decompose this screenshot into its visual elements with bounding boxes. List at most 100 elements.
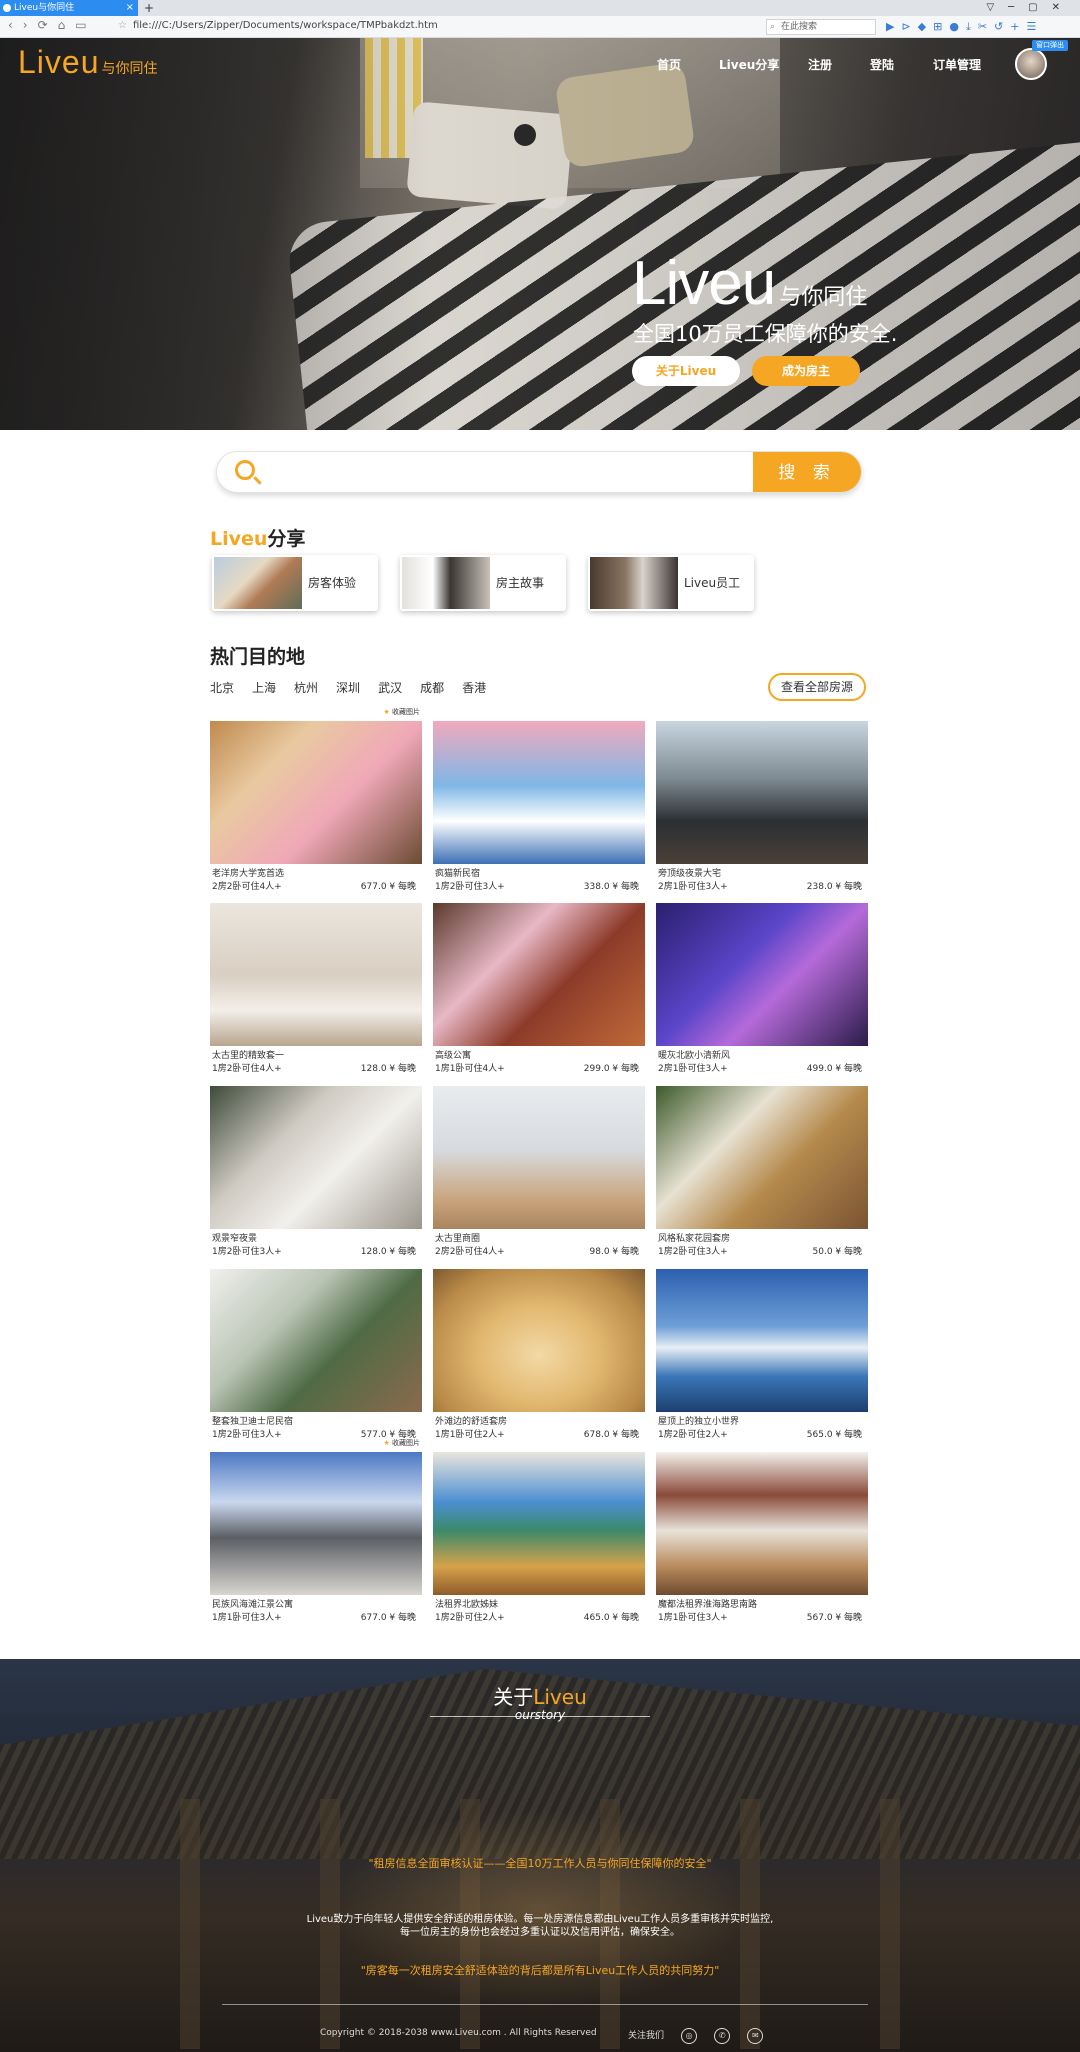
footer-divider <box>222 2004 868 2005</box>
listing-name: 外滩边的舒适套房 <box>435 1417 508 1427</box>
browser-search-input[interactable]: ⌕ 在此搜索 <box>766 19 876 35</box>
listing-meta: 2房2卧可住4人+ <box>435 1247 505 1257</box>
listing-card[interactable]: 整套独卫迪士尼民宿 1房2卧可住3人+ 577.0 ¥ 每晚 <box>210 1269 422 1440</box>
view-all-button[interactable]: 查看全部房源 <box>768 673 866 701</box>
share-staff-photo <box>590 557 678 609</box>
listing-photo[interactable] <box>210 1086 422 1229</box>
listing-card[interactable]: 高级公寓 1房1卧可住4人+ 299.0 ¥ 每晚 <box>433 903 645 1074</box>
listing-price: 299.0 ¥ 每晚 <box>583 1064 639 1074</box>
listing-name: 疯猫新民宿 <box>435 869 481 879</box>
city-tab[interactable]: 北京 <box>210 681 234 695</box>
listing-card[interactable]: 法租界北欧姊妹 1房2卧可住2人+ 465.0 ¥ 每晚 <box>433 1452 645 1623</box>
listing-card[interactable]: 旁顶级夜景大宅 2房1卧可住3人+ 238.0 ¥ 每晚 <box>656 721 868 892</box>
city-tab[interactable]: 上海 <box>252 681 276 695</box>
toolbar-icons[interactable]: ▶⊳◆⊞●⤓✂↺+☰ <box>886 20 1043 34</box>
about-title-pre: 关于 <box>493 1685 534 1709</box>
listing-meta: 1房1卧可住3人+ <box>658 1613 728 1623</box>
nav-share[interactable]: Liveu分享 <box>719 56 779 73</box>
city-filter: 北京 上海 杭州 深圳 武汉 成都 香港 <box>210 679 504 696</box>
nav-register[interactable]: 注册 <box>808 56 832 73</box>
listing-photo[interactable] <box>656 721 868 864</box>
nav-login[interactable]: 登陆 <box>870 56 894 73</box>
listing-name: 观景窄夜景 <box>212 1234 258 1244</box>
url-field[interactable]: ☆ file:///C:/Users/Zipper/Documents/works… <box>118 20 438 31</box>
listing-card[interactable]: 暖灰北欧小清新风 2房1卧可住3人+ 499.0 ¥ 每晚 <box>656 903 868 1074</box>
popup-badge[interactable]: 窗口弹出 <box>1032 40 1068 51</box>
city-tab[interactable]: 杭州 <box>294 681 318 695</box>
listing-photo[interactable] <box>210 1452 422 1595</box>
listing-photo[interactable] <box>433 721 645 864</box>
share-title-brand: Liveu <box>210 528 268 550</box>
mail-icon[interactable]: ✉ <box>747 2028 764 2044</box>
new-tab-icon[interactable]: + <box>144 0 154 16</box>
browser-tabbar: Liveu与你同住 × + ▽─▢✕ <box>0 0 1080 16</box>
listing-meta: 1房2卧可住4人+ <box>212 1064 282 1074</box>
listing-photo[interactable] <box>656 1452 868 1595</box>
search-input[interactable] <box>273 460 743 484</box>
listing-price: 565.0 ¥ 每晚 <box>806 1430 862 1440</box>
listing-card[interactable]: 太古里商圈 2房2卧可住4人+ 98.0 ¥ 每晚 <box>433 1086 645 1257</box>
listing-photo[interactable] <box>656 1086 868 1229</box>
listing-photo[interactable] <box>433 1452 645 1595</box>
browser-tab[interactable]: Liveu与你同住 × <box>0 0 138 16</box>
listing-card[interactable]: 风格私家花园套房 1房2卧可住3人+ 50.0 ¥ 每晚 <box>656 1086 868 1257</box>
listing-price: 50.0 ¥ 每晚 <box>812 1247 863 1257</box>
listing-meta: 1房1卧可住3人+ <box>212 1613 282 1623</box>
share-card-label: 房客体验 <box>308 576 357 590</box>
listing-photo[interactable] <box>210 721 422 864</box>
listing-card[interactable]: ★ 收藏图片 老洋房大学宽首选 2房2卧可住4人+ 677.0 ¥ 每晚 <box>210 708 422 892</box>
city-tab[interactable]: 武汉 <box>378 681 402 695</box>
nav-buttons-icon[interactable]: ‹›⟳⌂▭ <box>8 18 97 32</box>
listing-photo[interactable] <box>656 903 868 1046</box>
logo-text: Liveu <box>18 44 100 80</box>
listing-photo[interactable] <box>210 1269 422 1412</box>
listing-card[interactable]: 太古里的精致套一 1房2卧可住4人+ 128.0 ¥ 每晚 <box>210 903 422 1074</box>
share-card-staff[interactable]: Liveu员工 <box>588 555 754 611</box>
tab-title: Liveu与你同住 <box>14 3 75 13</box>
favorite-label[interactable]: ★ 收藏图片 <box>383 1438 420 1448</box>
about-section: 关于Liveu ourstory "租房信息全面审核认证——全国10万工作人员与… <box>0 1659 1080 2052</box>
listing-photo[interactable] <box>433 1269 645 1412</box>
listing-card[interactable]: 观景窄夜景 1房2卧可住3人+ 128.0 ¥ 每晚 <box>210 1086 422 1257</box>
nav-orders[interactable]: 订单管理 <box>933 56 981 73</box>
follow-label: 关注我们 <box>628 2031 665 2041</box>
listing-photo[interactable] <box>433 903 645 1046</box>
search-button[interactable]: 搜 索 <box>753 452 861 492</box>
listing-card[interactable]: 魔都法租界淮海路思南路 1房1卧可住3人+ 567.0 ¥ 每晚 <box>656 1452 868 1623</box>
site-logo[interactable]: Liveu 与你同住 <box>18 44 158 81</box>
listing-photo[interactable] <box>210 903 422 1046</box>
weibo-icon[interactable]: ◎ <box>681 2028 698 2044</box>
hero-subtitle: 全国10万员工保障你的安全. <box>633 322 898 346</box>
hero-title-tagline: 与你同住 <box>779 284 868 309</box>
listing-card[interactable]: 屋顶上的独立小世界 1房2卧可住2人+ 565.0 ¥ 每晚 <box>656 1269 868 1440</box>
city-tab[interactable]: 成都 <box>420 681 444 695</box>
share-card-label: 房主故事 <box>496 576 545 590</box>
bookmark-star-icon[interactable]: ☆ <box>118 20 127 31</box>
listing-photo[interactable] <box>656 1269 868 1412</box>
nav-home[interactable]: 首页 <box>657 56 681 73</box>
avatar[interactable] <box>1015 48 1047 80</box>
city-tab[interactable]: 香港 <box>462 681 486 695</box>
listing-photo[interactable] <box>433 1086 645 1229</box>
listing-card[interactable]: ★ 收藏图片 民族风海滩江景公寓 1房1卧可住3人+ 677.0 ¥ 每晚 <box>210 1439 422 1623</box>
share-card-guest[interactable]: 房客体验 <box>212 555 378 611</box>
listing-name: 屋顶上的独立小世界 <box>658 1417 740 1427</box>
share-card-host[interactable]: 房主故事 <box>400 555 566 611</box>
listing-price: 677.0 ¥ 每晚 <box>360 1613 416 1623</box>
browser-search-placeholder: 在此搜索 <box>781 22 818 32</box>
listing-meta: 2房2卧可住4人+ <box>212 882 282 892</box>
listing-card[interactable]: 疯猫新民宿 1房2卧可住3人+ 338.0 ¥ 每晚 <box>433 721 645 892</box>
window-controls[interactable]: ▽─▢✕ <box>986 0 1074 16</box>
wechat-icon[interactable]: ✆ <box>714 2028 731 2044</box>
favorite-label[interactable]: ★ 收藏图片 <box>383 707 420 717</box>
about-button[interactable]: 关于Liveu <box>632 356 740 386</box>
listing-card[interactable]: 外滩边的舒适套房 1房1卧可住2人+ 678.0 ¥ 每晚 <box>433 1269 645 1440</box>
listing-name: 老洋房大学宽首选 <box>212 869 285 879</box>
close-tab-icon[interactable]: × <box>126 0 134 16</box>
url-text: file:///C:/Users/Zipper/Documents/worksp… <box>132 20 438 31</box>
share-card-label: Liveu员工 <box>684 576 741 590</box>
become-host-button[interactable]: 成为房主 <box>752 356 860 386</box>
city-tab[interactable]: 深圳 <box>336 681 360 695</box>
listing-price: 98.0 ¥ 每晚 <box>589 1247 640 1257</box>
hero-title: Liveu 与你同住 <box>632 248 867 319</box>
